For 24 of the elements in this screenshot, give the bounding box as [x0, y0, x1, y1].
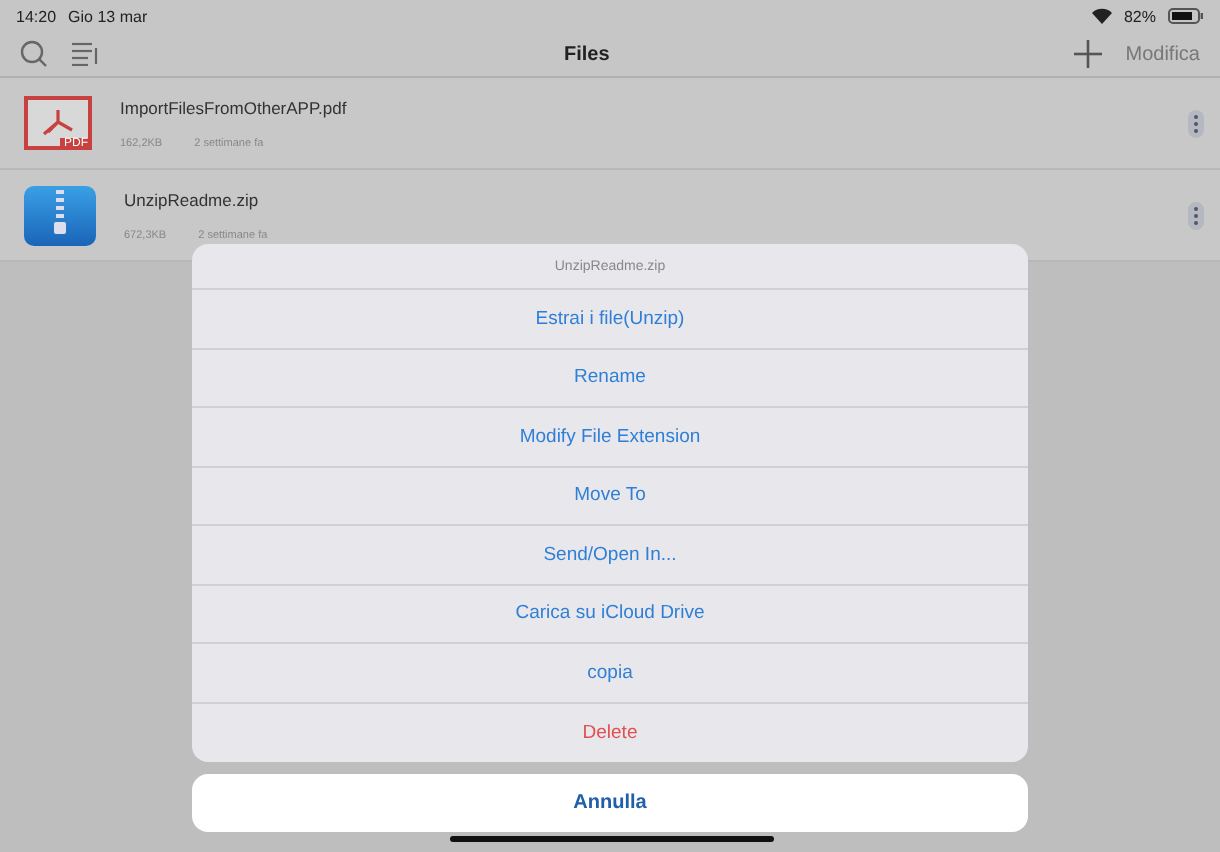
battery-icon: [1168, 8, 1204, 24]
nav-title: Files: [561, 43, 612, 65]
edit-button[interactable]: Modifica: [1125, 43, 1200, 65]
action-item[interactable]: Estrai i file(Unzip): [192, 290, 1028, 349]
action-item[interactable]: Carica su iCloud Drive: [192, 585, 1028, 644]
more-icon[interactable]: [1188, 109, 1204, 137]
action-item[interactable]: Delete: [192, 703, 1028, 762]
file-name[interactable]: UnzipReadme.zip: [124, 189, 1160, 209]
add-icon[interactable]: [1073, 40, 1102, 68]
action-item[interactable]: Send/Open In...: [192, 526, 1028, 585]
action-item[interactable]: copia: [192, 644, 1028, 703]
wifi-icon: [1091, 8, 1112, 24]
action-item[interactable]: Rename: [192, 349, 1028, 408]
status-time: 14:20: [16, 7, 57, 25]
battery-percent: 82%: [1123, 7, 1156, 25]
status-date: Gio 13 mar: [68, 7, 148, 25]
cancel-button[interactable]: Annulla: [192, 774, 1028, 832]
more-icon[interactable]: [1188, 201, 1204, 229]
action-item[interactable]: Modify File Extension: [192, 408, 1028, 467]
zip-file-icon: [24, 185, 96, 245]
sort-list-icon[interactable]: [72, 42, 100, 66]
action-item[interactable]: Move To: [192, 467, 1028, 526]
file-name[interactable]: ImportFilesFromOtherAPP.pdf: [120, 97, 1160, 117]
search-icon[interactable]: [20, 40, 48, 68]
